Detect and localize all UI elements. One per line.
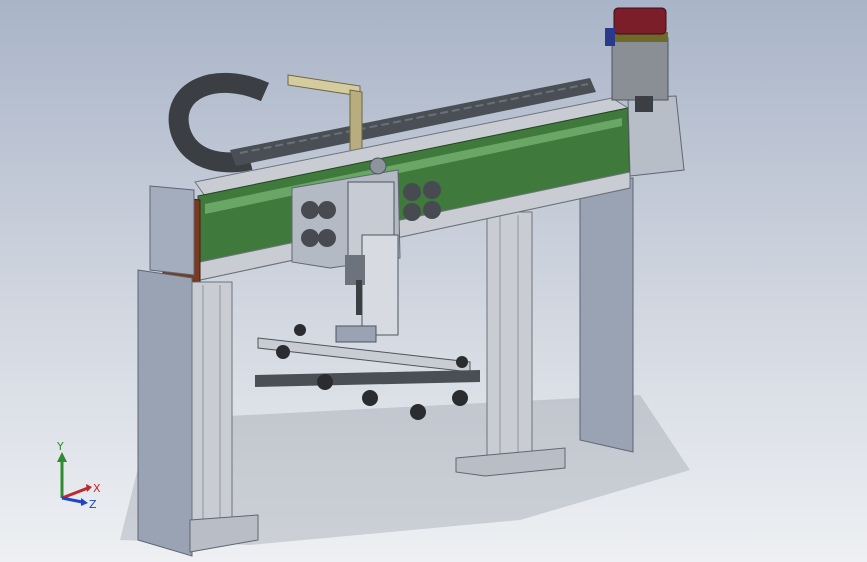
x-axis-label: X (93, 482, 101, 495)
left-leg-plate (137, 269, 193, 557)
gripper-bar (255, 325, 480, 387)
axis-triad-graphic: Y X Z (56, 440, 101, 511)
x-axis-arrow (61, 486, 89, 500)
right-rear-leg-plate (579, 177, 634, 453)
left-upper-plate (149, 185, 195, 276)
y-axis-label: Y (56, 440, 64, 453)
z-axis-label: Z (89, 498, 97, 510)
axis-triad: Y X Z (48, 440, 108, 511)
cad-viewport[interactable]: Y X Z (0, 0, 867, 562)
gantry-model[interactable] (0, 0, 867, 562)
z-axis-slide (345, 157, 399, 336)
z-axis-arrow (61, 496, 83, 504)
